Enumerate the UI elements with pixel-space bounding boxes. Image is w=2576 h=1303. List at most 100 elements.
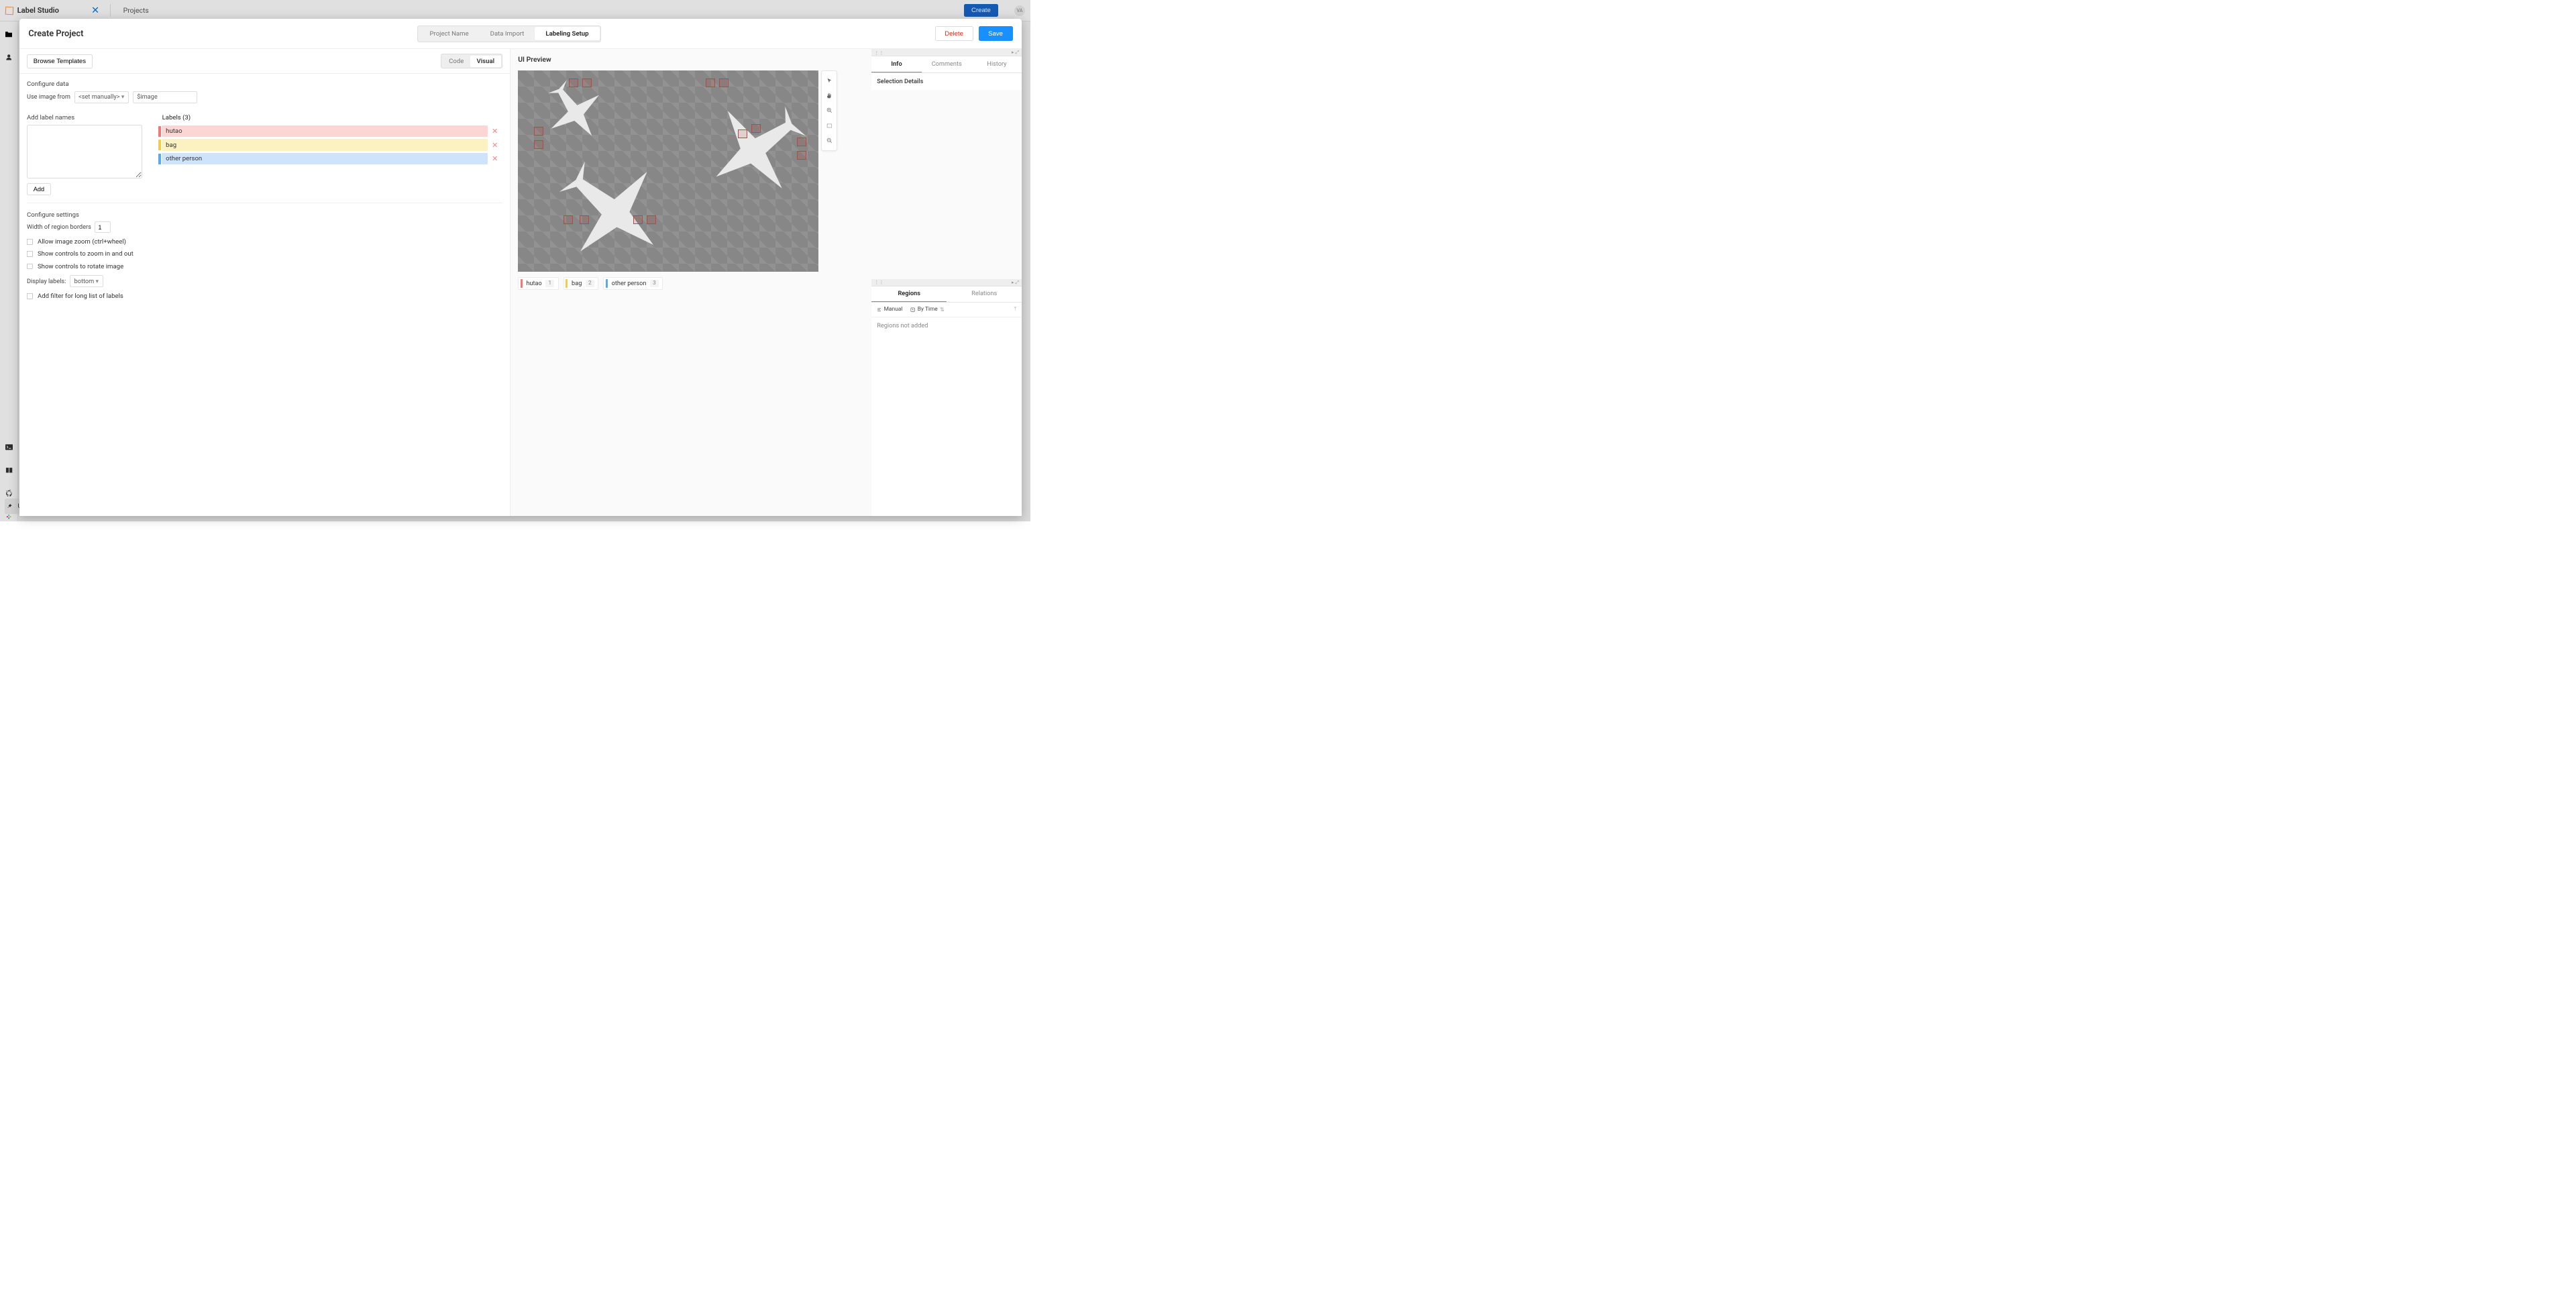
label-color-swatch[interactable]	[158, 140, 161, 150]
label-color-swatch[interactable]	[158, 126, 161, 137]
details-tabs: Info Comments History	[871, 56, 1022, 72]
config-toolbar: Browse Templates Code Visual	[19, 49, 510, 74]
add-label-button[interactable]: Add	[27, 183, 51, 195]
labels-list: hutao ✕ bag ✕ other person ✕	[158, 125, 502, 165]
modal-actions: Delete Save	[935, 26, 1013, 42]
airplane-icon	[690, 92, 824, 205]
annotation-box	[582, 79, 592, 88]
collapse-icons[interactable]: ▸ ⤢	[1012, 49, 1019, 56]
zoom-in-icon[interactable]	[823, 105, 835, 117]
config-content: Configure data Use image from <set manua…	[19, 74, 510, 311]
create-project-modal: Create Project Project Name Data Import …	[19, 19, 1022, 516]
zoom-out-icon[interactable]	[823, 135, 835, 147]
annotation-box	[534, 127, 543, 136]
chip-color-bar	[521, 279, 523, 288]
details-empty-area	[871, 90, 1022, 279]
delete-label-icon[interactable]: ✕	[488, 127, 502, 136]
tab-data-import[interactable]: Data Import	[480, 27, 535, 41]
side-panel: ⋮⋮ ▸ ⤢ Info Comments History Selection D…	[871, 49, 1022, 516]
visual-tab[interactable]: Visual	[470, 56, 501, 67]
add-label-names-heading: Add label names	[27, 114, 142, 121]
panel-drag-handle[interactable]: ⋮⋮ ▸ ⤢	[871, 279, 1022, 286]
fit-screen-icon[interactable]	[823, 119, 835, 132]
delete-label-icon[interactable]: ✕	[488, 154, 502, 163]
modal-step-tabs: Project Name Data Import Labeling Setup	[417, 25, 600, 42]
tab-labeling-setup[interactable]: Labeling Setup	[535, 27, 599, 41]
hand-tool-icon[interactable]	[823, 90, 835, 102]
chip-label: bag	[572, 280, 582, 287]
panel-drag-handle[interactable]: ⋮⋮ ▸ ⤢	[871, 49, 1022, 56]
pointer-tool-icon[interactable]	[823, 74, 835, 87]
label-chip[interactable]: hutao 1	[518, 277, 558, 291]
show-zoom-controls-label: Show controls to zoom in and out	[38, 250, 133, 258]
show-zoom-controls-checkbox[interactable]	[27, 251, 33, 257]
upload-icon[interactable]: ⤒	[1014, 306, 1016, 313]
annotation-box	[738, 129, 747, 139]
chip-hotkey: 1	[545, 280, 554, 288]
label-name[interactable]: other person	[162, 153, 488, 164]
label-row[interactable]: bag ✕	[158, 139, 502, 150]
modal-title: Create Project	[28, 29, 83, 39]
label-names-textarea[interactable]	[27, 125, 142, 178]
preview-toolbar	[821, 70, 837, 151]
add-filter-label: Add filter for long list of labels	[38, 293, 123, 300]
label-chips: hutao 1 bag 2 other person 3	[518, 277, 864, 291]
save-button[interactable]: Save	[979, 26, 1013, 42]
labels-count-heading: Labels (3)	[162, 114, 502, 121]
airplane-icon	[550, 148, 674, 272]
annotation-box	[706, 79, 715, 88]
preview-image[interactable]	[518, 70, 818, 272]
regions-tabs: Regions Relations	[871, 286, 1022, 303]
chip-color-bar	[606, 279, 608, 288]
annotation-box	[580, 215, 589, 225]
config-pane: Browse Templates Code Visual Configure d…	[19, 49, 511, 516]
source-select[interactable]: <set manually>	[74, 91, 129, 104]
source-field-input[interactable]: $image	[133, 91, 197, 104]
list-icon	[877, 307, 881, 312]
add-filter-checkbox[interactable]	[27, 293, 33, 299]
allow-zoom-checkbox[interactable]	[27, 239, 33, 245]
tab-project-name[interactable]: Project Name	[419, 27, 479, 41]
use-image-from-label: Use image from	[27, 93, 70, 101]
label-row[interactable]: other person ✕	[158, 153, 502, 164]
tab-relations[interactable]: Relations	[947, 286, 1022, 302]
ui-preview-heading: UI Preview	[518, 55, 864, 64]
display-labels-label: Display labels:	[27, 278, 66, 285]
delete-label-icon[interactable]: ✕	[488, 141, 502, 150]
label-chip[interactable]: other person 3	[603, 277, 663, 291]
collapse-icons[interactable]: ▸ ⤢	[1012, 279, 1019, 286]
label-row[interactable]: hutao ✕	[158, 125, 502, 137]
browse-templates-button[interactable]: Browse Templates	[27, 54, 93, 68]
chip-hotkey: 3	[650, 280, 659, 288]
sort-arrows-icon: ⇅	[940, 306, 945, 313]
tab-regions[interactable]: Regions	[871, 286, 947, 302]
allow-zoom-label: Allow image zoom (ctrl+wheel)	[38, 238, 126, 246]
code-tab[interactable]: Code	[443, 56, 470, 67]
chip-label: other person	[612, 280, 647, 287]
tab-info[interactable]: Info	[871, 56, 922, 72]
configure-settings-heading: Configure settings	[27, 211, 502, 219]
label-color-swatch[interactable]	[158, 154, 161, 164]
tab-comments[interactable]: Comments	[922, 56, 972, 72]
sort-manual[interactable]: Manual	[877, 306, 902, 313]
label-chip[interactable]: bag 2	[564, 277, 598, 291]
label-name[interactable]: hutao	[162, 125, 488, 137]
regions-empty-text: Regions not added	[871, 317, 1022, 516]
preview-pane: UI Preview	[511, 49, 1022, 516]
preview-column: UI Preview	[511, 49, 871, 516]
show-rotate-controls-checkbox[interactable]	[27, 264, 33, 270]
label-name[interactable]: bag	[162, 139, 488, 150]
annotation-box	[564, 215, 573, 225]
regions-toolbar: Manual By Time ⇅ ⤒	[871, 303, 1022, 317]
annotation-box	[751, 124, 761, 134]
tab-history[interactable]: History	[972, 56, 1022, 72]
sort-by-time[interactable]: By Time ⇅	[910, 306, 945, 313]
configure-settings-section: Configure settings Width of region borde…	[27, 211, 502, 301]
annotation-box	[647, 215, 656, 225]
width-border-input[interactable]	[95, 221, 111, 233]
delete-button[interactable]: Delete	[935, 26, 973, 42]
configure-data-heading: Configure data	[27, 81, 502, 88]
chip-label: hutao	[526, 280, 541, 287]
selection-details-heading: Selection Details	[871, 73, 1022, 90]
display-labels-select[interactable]: bottom	[70, 275, 103, 288]
